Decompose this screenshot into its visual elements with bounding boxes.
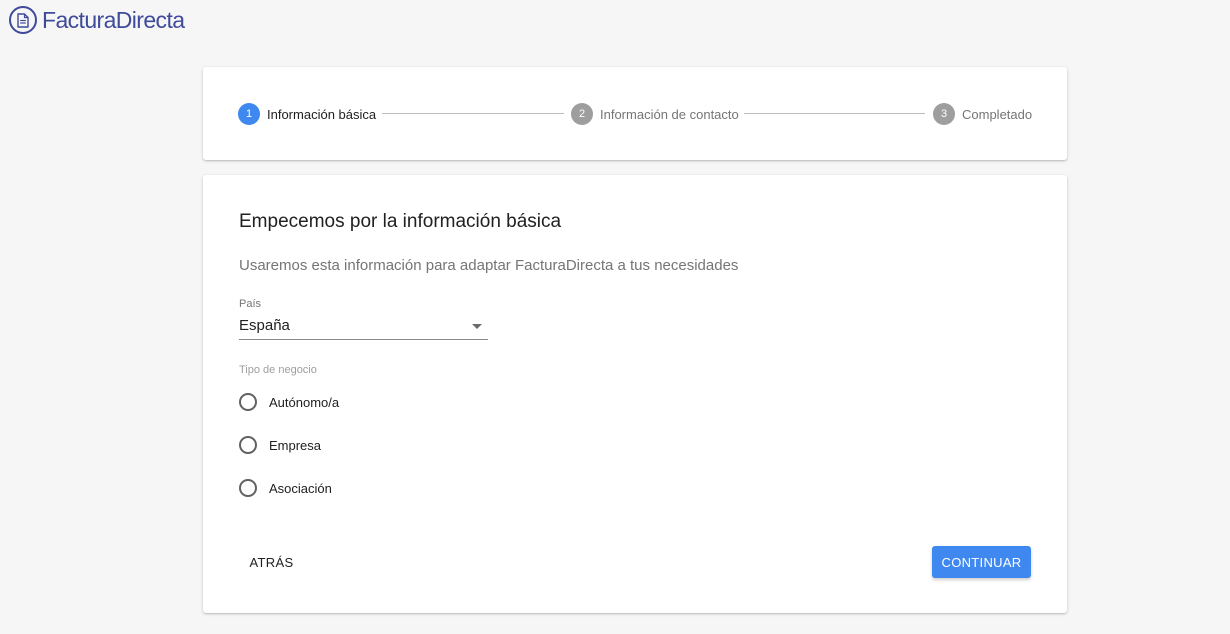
back-button[interactable]: ATRÁS xyxy=(239,546,304,578)
radio-autonomo[interactable]: Autónomo/a xyxy=(239,393,339,411)
radio-asociacion[interactable]: Asociación xyxy=(239,479,332,497)
form-subtitle: Usaremos esta información para adaptar F… xyxy=(239,257,739,274)
brand-name: FacturaDirecta xyxy=(42,6,185,33)
step-connector xyxy=(382,113,564,114)
step-connector xyxy=(744,113,925,114)
radio-empresa[interactable]: Empresa xyxy=(239,436,321,454)
country-value: España xyxy=(239,317,290,334)
radio-circle-icon xyxy=(239,393,257,411)
country-select[interactable]: España xyxy=(239,315,488,340)
step-label: Información de contacto xyxy=(600,106,739,122)
form-card: Empecemos por la información básica Usar… xyxy=(203,175,1067,613)
step-label: Información básica xyxy=(267,106,377,122)
dropdown-arrow-icon xyxy=(472,324,482,329)
radio-circle-icon xyxy=(239,479,257,497)
document-icon xyxy=(9,6,37,34)
radio-label: Autónomo/a xyxy=(269,394,340,410)
step-contact-info: 2 Información de contacto xyxy=(571,103,739,125)
radio-circle-icon xyxy=(239,436,257,454)
country-label: País xyxy=(239,298,262,310)
brand-logo[interactable]: FacturaDirecta xyxy=(9,6,185,34)
step-number: 2 xyxy=(571,103,593,125)
radio-label: Empresa xyxy=(269,437,322,453)
form-title: Empecemos por la información básica xyxy=(239,211,562,232)
step-number: 3 xyxy=(933,103,955,125)
step-basic-info: 1 Información básica xyxy=(238,103,376,125)
continue-button[interactable]: CONTINUAR xyxy=(932,546,1031,578)
stepper-card: 1 Información básica 2 Información de co… xyxy=(203,67,1067,160)
business-type-label: Tipo de negocio xyxy=(239,364,317,376)
step-completed: 3 Completado xyxy=(933,103,1032,125)
radio-label: Asociación xyxy=(269,480,332,496)
step-number: 1 xyxy=(238,103,260,125)
step-label: Completado xyxy=(962,106,1033,122)
